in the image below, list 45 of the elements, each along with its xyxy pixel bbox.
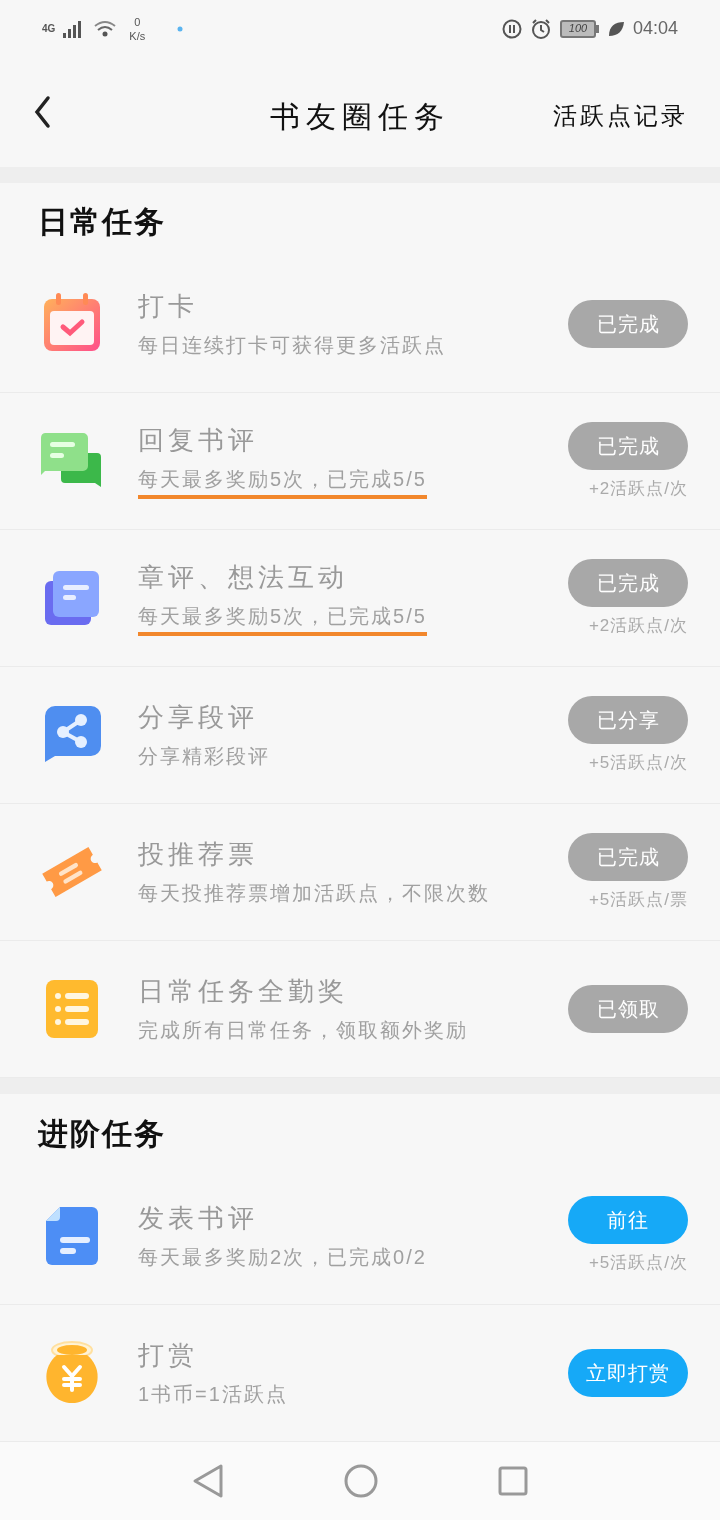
completed-button[interactable]: 已完成 <box>568 832 688 881</box>
alarm-icon <box>529 17 552 40</box>
completed-button[interactable]: 已完成 <box>568 421 688 470</box>
task-description: 每天最多奖励5次，已完成5/5 <box>138 465 427 500</box>
task-description: 每日连续打卡可获得更多活跃点 <box>138 333 446 359</box>
speed-value: 0 <box>134 14 141 29</box>
reward-text: +5活跃点/次 <box>588 751 688 774</box>
activity-record-link[interactable]: 活跃点记录 <box>553 90 688 135</box>
leaf-icon <box>606 19 625 38</box>
completed-button[interactable]: 已领取 <box>568 985 688 1034</box>
battery-icon: 100 <box>559 19 599 38</box>
clock-time: 04:04 <box>632 17 678 41</box>
task-description: 每天投推荐票增加活跃点，不限次数 <box>138 881 490 907</box>
completed-button[interactable]: 已完成 <box>568 300 688 349</box>
speed-unit: K/s <box>129 28 146 43</box>
reward-text: +2活跃点/次 <box>588 477 688 500</box>
task-title: 打赏 <box>138 1338 198 1372</box>
section-title: 进阶任务 <box>36 1115 167 1152</box>
task-title: 章评、想法互动 <box>138 561 348 595</box>
home-icon[interactable] <box>344 1463 378 1498</box>
task-title: 回复书评 <box>138 424 258 458</box>
reward-text: +5活跃点/票 <box>588 888 688 911</box>
section-title: 日常任务 <box>37 204 167 241</box>
task-description: 每天最多奖励5次，已完成5/5 <box>138 602 427 637</box>
task-title: 分享段评 <box>138 701 258 735</box>
task-description: 分享精彩段评 <box>138 744 270 770</box>
task-title: 投推荐票 <box>138 838 258 872</box>
network-type: 4G <box>42 22 56 37</box>
recent-apps-icon[interactable] <box>498 1465 528 1496</box>
back-icon[interactable] <box>32 95 52 130</box>
reward-text: +2活跃点/次 <box>588 614 688 637</box>
task-title: 日常任务全勤奖 <box>138 975 348 1009</box>
completed-button[interactable]: 已分享 <box>568 695 688 744</box>
task-title: 发表书评 <box>138 1201 258 1235</box>
action-button[interactable]: 立即打赏 <box>568 1348 688 1397</box>
wifi-icon <box>93 19 118 38</box>
page-title: 书友圈任务 <box>270 98 450 135</box>
completed-button[interactable]: 已完成 <box>568 558 688 607</box>
task-description: 1书币=1活跃点 <box>138 1381 288 1407</box>
task-description: 每天最多奖励2次，已完成0/2 <box>138 1244 427 1270</box>
reward-text: +5活跃点/次 <box>588 1251 688 1274</box>
task-title: 打卡 <box>138 290 198 324</box>
action-button[interactable]: 前往 <box>568 1195 688 1244</box>
task-description: 完成所有日常任务，领取额外奖励 <box>138 1018 468 1044</box>
bluetooth-icon <box>177 25 184 32</box>
